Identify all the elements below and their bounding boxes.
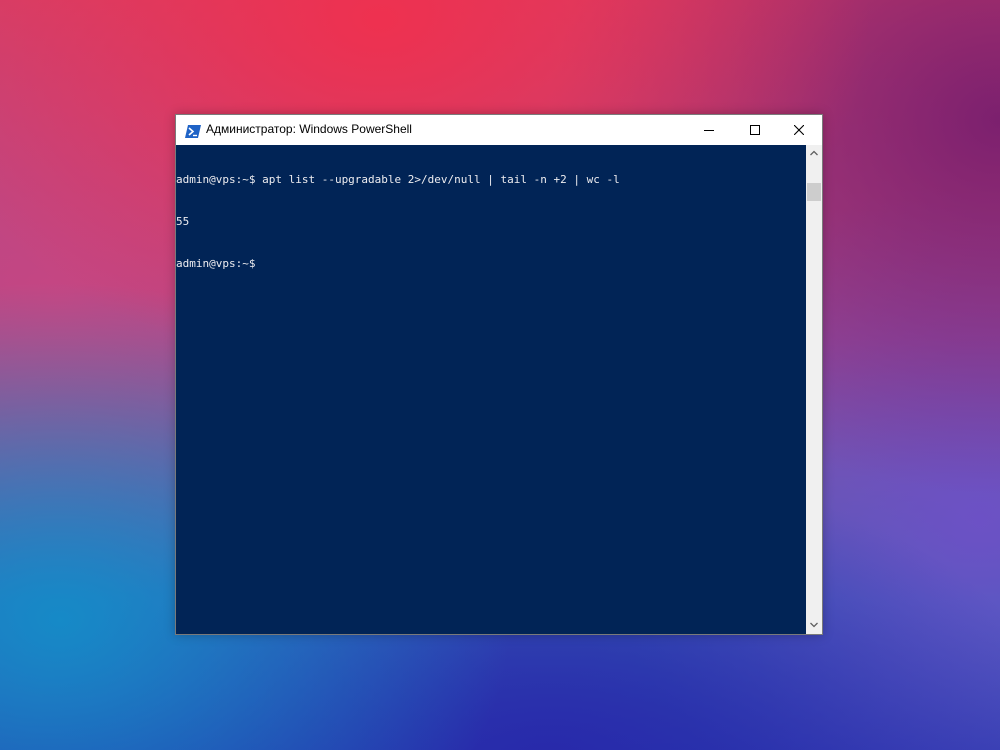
maximize-icon bbox=[750, 125, 760, 135]
scroll-thumb[interactable] bbox=[807, 183, 821, 201]
title-bar[interactable]: Администратор: Windows PowerShell bbox=[176, 115, 822, 145]
chevron-up-icon bbox=[810, 150, 818, 156]
console-line: admin@vps:~$ apt list --upgradable 2>/de… bbox=[176, 173, 620, 186]
console-area[interactable]: admin@vps:~$ apt list --upgradable 2>/de… bbox=[176, 145, 806, 634]
close-button[interactable] bbox=[776, 115, 822, 145]
maximize-button[interactable] bbox=[732, 115, 778, 145]
chevron-down-icon bbox=[810, 622, 818, 628]
minimize-button[interactable] bbox=[686, 115, 732, 145]
window-title: Администратор: Windows PowerShell bbox=[206, 122, 412, 136]
close-icon bbox=[794, 125, 804, 135]
console-line: admin@vps:~$ bbox=[176, 257, 256, 270]
scroll-up-button[interactable] bbox=[806, 145, 822, 162]
scroll-down-button[interactable] bbox=[806, 617, 822, 634]
powershell-icon[interactable] bbox=[185, 123, 201, 138]
console-output: admin@vps:~$ apt list --upgradable 2>/de… bbox=[176, 145, 620, 299]
vertical-scrollbar[interactable] bbox=[806, 145, 822, 634]
console-line: 55 bbox=[176, 215, 190, 228]
powershell-window: Администратор: Windows PowerShell admin@… bbox=[175, 114, 823, 635]
minimize-icon bbox=[704, 130, 714, 131]
